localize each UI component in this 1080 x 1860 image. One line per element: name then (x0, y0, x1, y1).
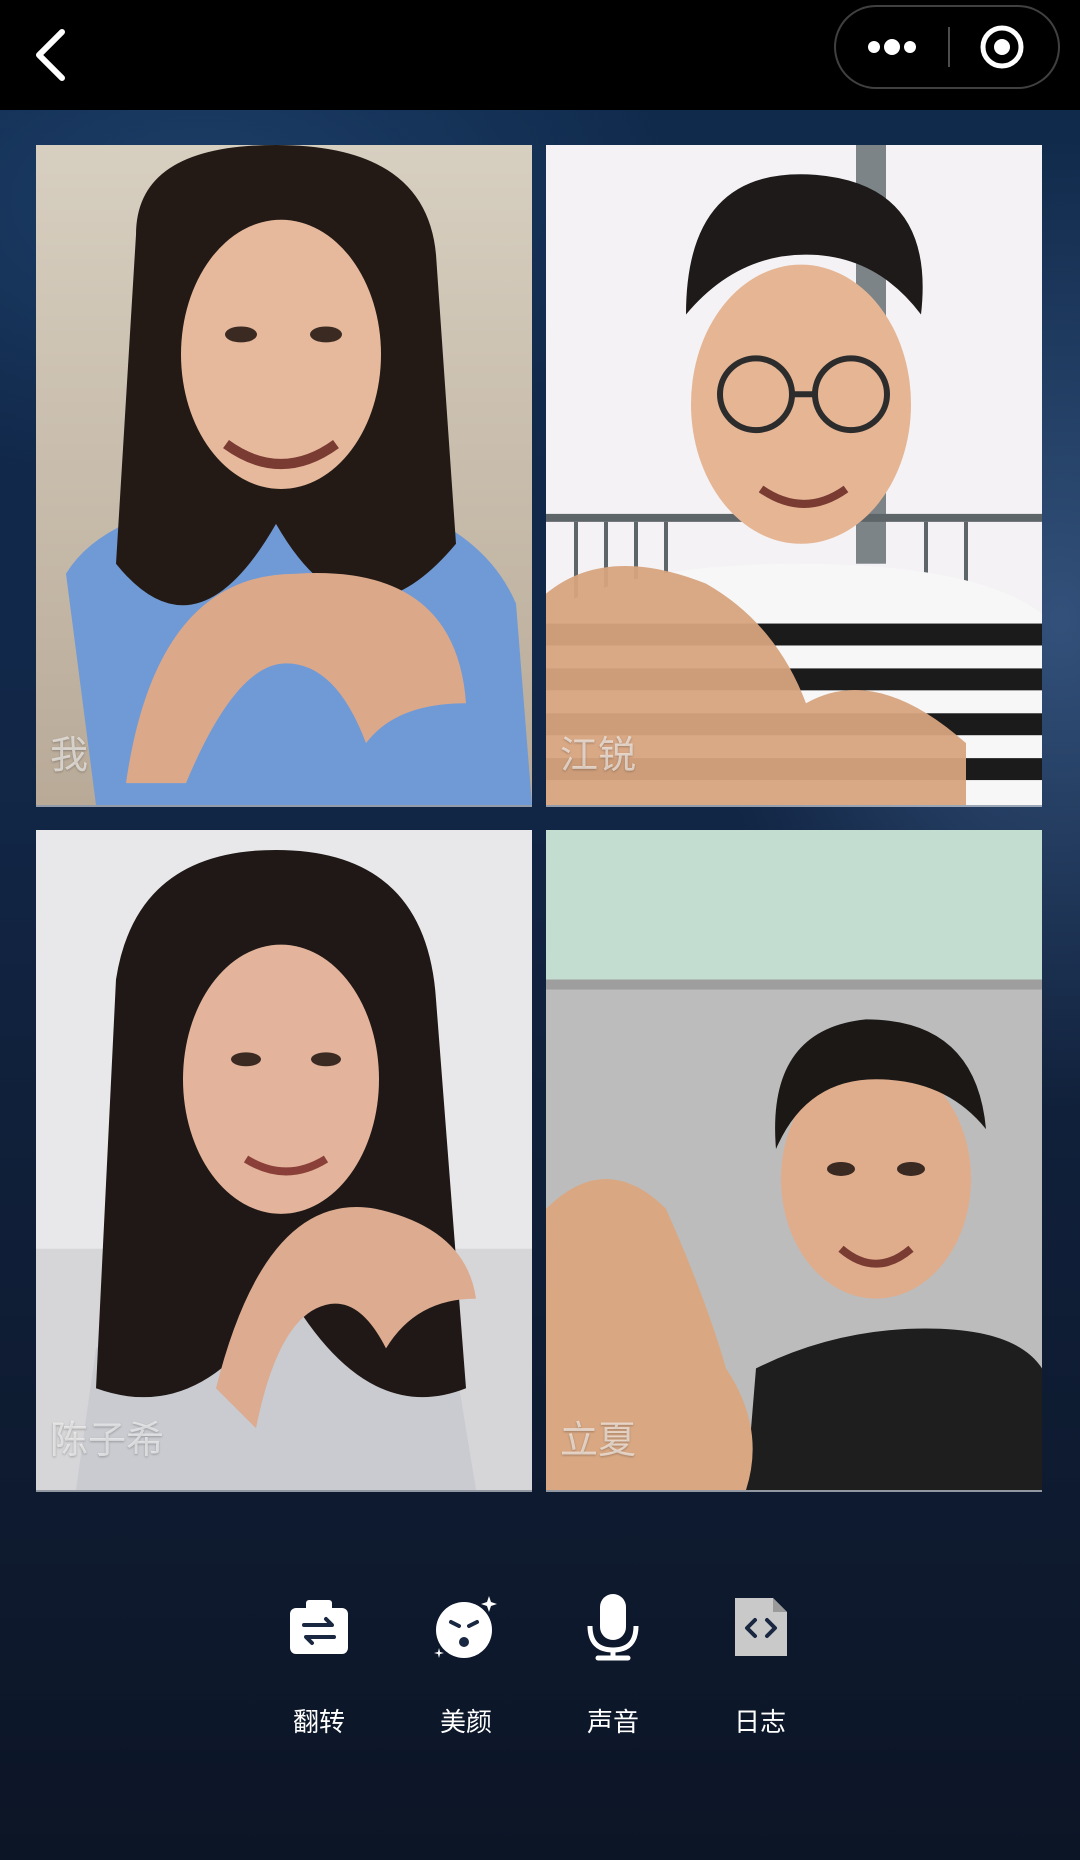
participant-name: 立夏 (560, 1418, 637, 1462)
participant-name: 我 (50, 733, 89, 777)
video-tile-participant[interactable]: 立夏 (546, 830, 1042, 1492)
beauty-face-icon (434, 1596, 497, 1658)
record-button[interactable] (950, 7, 1060, 87)
call-toolbar: 翻转 美颜 声音 日志 (0, 1590, 1080, 1770)
log-file-icon (735, 1598, 787, 1656)
video-tile-participant[interactable]: 江锐 (546, 145, 1042, 807)
record-target-icon (980, 25, 1024, 69)
beauty-button[interactable]: 美颜 (401, 1590, 531, 1770)
participant-name: 陈子希 (50, 1418, 165, 1462)
audio-button[interactable]: 声音 (548, 1590, 678, 1770)
top-bar (0, 0, 1080, 110)
audio-label: 声音 (586, 1708, 639, 1738)
switch-camera-icon (290, 1600, 348, 1654)
flip-label: 翻转 (292, 1708, 345, 1738)
video-tile-self[interactable]: 我 (36, 145, 532, 807)
microphone-icon (587, 1594, 639, 1661)
flip-camera-button[interactable]: 翻转 (254, 1590, 384, 1770)
participant-video (36, 145, 532, 805)
log-label: 日志 (733, 1708, 786, 1738)
video-tile-participant[interactable]: 陈子希 (36, 830, 532, 1492)
participant-video (36, 830, 532, 1490)
more-dots-icon (868, 39, 916, 55)
log-button[interactable]: 日志 (695, 1590, 825, 1770)
miniprogram-capsule (834, 5, 1060, 89)
more-button[interactable] (836, 7, 948, 87)
participant-video (546, 830, 1042, 1490)
participant-video (546, 145, 1042, 805)
participant-name: 江锐 (560, 733, 637, 777)
beauty-label: 美颜 (439, 1708, 492, 1738)
back-button[interactable] (20, 20, 90, 90)
chevron-left-icon (36, 29, 65, 81)
